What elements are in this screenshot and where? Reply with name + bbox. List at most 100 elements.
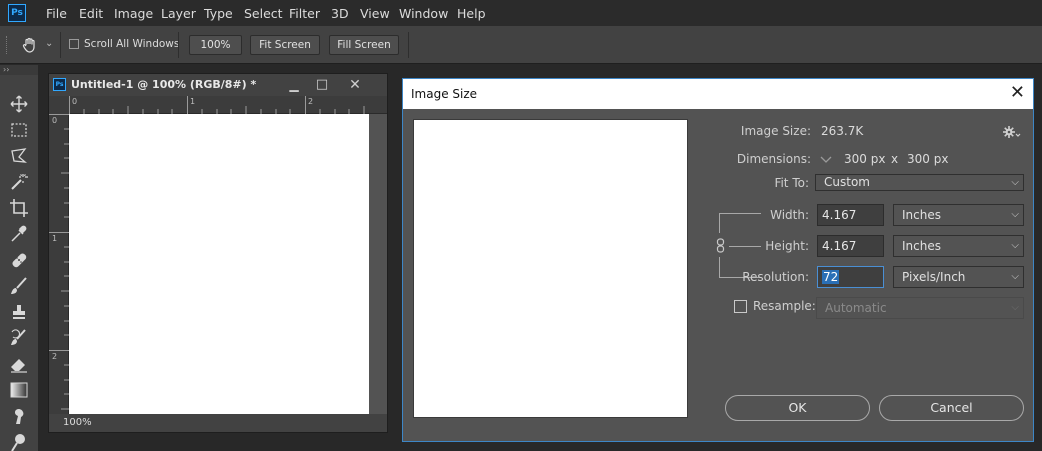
gear-icon[interactable]	[1003, 125, 1021, 139]
fill-screen-button[interactable]: Fill Screen	[329, 35, 399, 55]
resolution-label: Resolution:	[742, 270, 809, 284]
marquee-icon[interactable]	[8, 119, 30, 141]
menu-view[interactable]: View	[360, 6, 390, 21]
divider	[408, 32, 409, 58]
menu-help[interactable]: Help	[457, 6, 486, 21]
move-icon[interactable]	[8, 93, 30, 115]
eraser-icon[interactable]	[8, 353, 30, 375]
panel-collapse-icon[interactable]: ››	[0, 65, 38, 75]
options-bar: ⌄ Scroll All Windows 100% Fit Screen Fil…	[0, 26, 1042, 64]
chevron-down-icon: ⌵	[1011, 271, 1019, 282]
menu-filter[interactable]: Filter	[289, 6, 320, 21]
menu-type[interactable]: Type	[204, 6, 233, 21]
width-label: Width:	[770, 208, 809, 222]
resample-method-value: Automatic	[825, 301, 887, 315]
photoshop-logo: Ps	[8, 4, 26, 22]
history-brush-icon[interactable]	[8, 327, 30, 349]
resolution-unit-select[interactable]: Pixels/Inch ⌵	[893, 266, 1024, 288]
menu-3d[interactable]: 3D	[331, 6, 349, 21]
smudge-icon[interactable]	[8, 405, 30, 427]
resolution-unit-value: Pixels/Inch	[902, 270, 966, 284]
resolution-input[interactable]: 72	[817, 266, 884, 288]
height-unit-value: Inches	[902, 239, 941, 253]
close-icon[interactable]: ✕	[340, 74, 370, 96]
menu-layer[interactable]: Layer	[161, 6, 196, 21]
ok-button[interactable]: OK	[725, 395, 870, 421]
horizontal-ruler[interactable]: 0 1 2	[69, 96, 387, 114]
image-size-dialog: Image Size ✕ Image Size: 263.7K Dimensio…	[402, 78, 1034, 442]
chevron-down-icon: ⌵	[1011, 302, 1019, 313]
lasso-icon[interactable]	[8, 145, 30, 167]
vertical-ruler[interactable]: 0 1 2	[49, 114, 69, 414]
dimensions-label: Dimensions:	[736, 152, 811, 166]
menu-window[interactable]: Window	[399, 6, 448, 21]
healing-icon[interactable]	[8, 249, 30, 271]
height-input[interactable]: 4.167	[817, 235, 884, 257]
ruler-ticks	[49, 114, 69, 410]
magic-wand-icon[interactable]	[8, 171, 30, 193]
ruler-ticks	[69, 96, 365, 114]
image-size-label: Image Size:	[740, 124, 811, 138]
document-title-bar[interactable]: Ps Untitled-1 @ 100% (RGB/8#) * ▁ □ ✕	[49, 74, 387, 96]
tool-preset-chevron-icon[interactable]: ⌄	[45, 38, 53, 49]
menu-select[interactable]: Select	[244, 6, 283, 21]
dialog-title-bar[interactable]: Image Size ✕	[403, 79, 1033, 109]
ruler-label: 1	[190, 97, 196, 106]
zoom-100-button[interactable]: 100%	[189, 35, 242, 55]
eyedropper-icon[interactable]	[8, 223, 30, 245]
crop-icon[interactable]	[8, 197, 30, 219]
document-ps-icon: Ps	[53, 78, 66, 91]
document-canvas[interactable]	[69, 114, 369, 414]
menu-edit[interactable]: Edit	[79, 6, 103, 21]
ruler-label: 1	[52, 234, 58, 243]
brush-icon[interactable]	[8, 275, 30, 297]
fit-to-select[interactable]: Custom ⌵	[815, 174, 1024, 191]
menu-image[interactable]: Image	[114, 6, 153, 21]
height-label: Height:	[765, 239, 809, 253]
dialog-title: Image Size	[411, 87, 478, 101]
chevron-down-icon[interactable]	[819, 154, 833, 166]
fit-to-value: Custom	[824, 175, 870, 189]
width-input[interactable]: 4.167	[817, 204, 884, 226]
canvas-area[interactable]	[69, 114, 387, 414]
cancel-button[interactable]: Cancel	[879, 395, 1024, 421]
divider	[60, 32, 61, 58]
scroll-all-windows-label: Scroll All Windows	[84, 38, 180, 50]
scroll-all-windows-checkbox[interactable]	[69, 39, 79, 49]
fit-screen-button[interactable]: Fit Screen	[250, 35, 320, 55]
document-window: Ps Untitled-1 @ 100% (RGB/8#) * ▁ □ ✕ 0 …	[48, 73, 388, 433]
document-title: Untitled-1 @ 100% (RGB/8#) *	[71, 78, 257, 91]
ruler-label: 2	[52, 352, 58, 361]
menu-bar: Ps File Edit Image Layer Type Select Fil…	[0, 0, 1042, 26]
menu-file[interactable]: File	[46, 6, 67, 21]
stamp-icon[interactable]	[8, 301, 30, 323]
ruler-label: 2	[308, 97, 314, 106]
width-unit-select[interactable]: Inches ⌵	[893, 204, 1024, 226]
minimize-icon[interactable]: ▁	[279, 74, 309, 96]
chevron-down-icon: ⌵	[1011, 240, 1019, 251]
divider	[178, 32, 179, 58]
ruler-origin[interactable]	[49, 96, 69, 114]
panel-grip[interactable]	[6, 36, 10, 54]
image-size-value: 263.7K	[821, 124, 864, 138]
close-icon[interactable]: ✕	[1010, 83, 1025, 103]
hand-tool-icon[interactable]	[21, 36, 39, 54]
fit-to-label: Fit To:	[774, 176, 809, 190]
ruler-label: 0	[52, 116, 58, 125]
image-preview[interactable]	[413, 119, 688, 418]
chevron-down-icon: ⌵	[1011, 209, 1019, 220]
chevron-down-icon: ⌵	[1011, 177, 1019, 188]
height-unit-select[interactable]: Inches ⌵	[893, 235, 1024, 257]
document-status-bar: 100%	[49, 414, 387, 432]
dimensions-height: 300 px	[907, 152, 949, 166]
resample-label: Resample:	[753, 299, 816, 313]
tools-panel: ››	[0, 65, 38, 451]
zoom-level[interactable]: 100%	[63, 417, 92, 428]
resample-checkbox[interactable]	[734, 300, 747, 313]
gradient-icon[interactable]	[8, 379, 30, 401]
dimensions-separator: x	[891, 152, 899, 166]
maximize-icon[interactable]: □	[307, 74, 337, 96]
resample-method-select: Automatic ⌵	[816, 297, 1024, 319]
ruler-label: 0	[72, 97, 78, 106]
dodge-icon[interactable]	[8, 431, 30, 451]
